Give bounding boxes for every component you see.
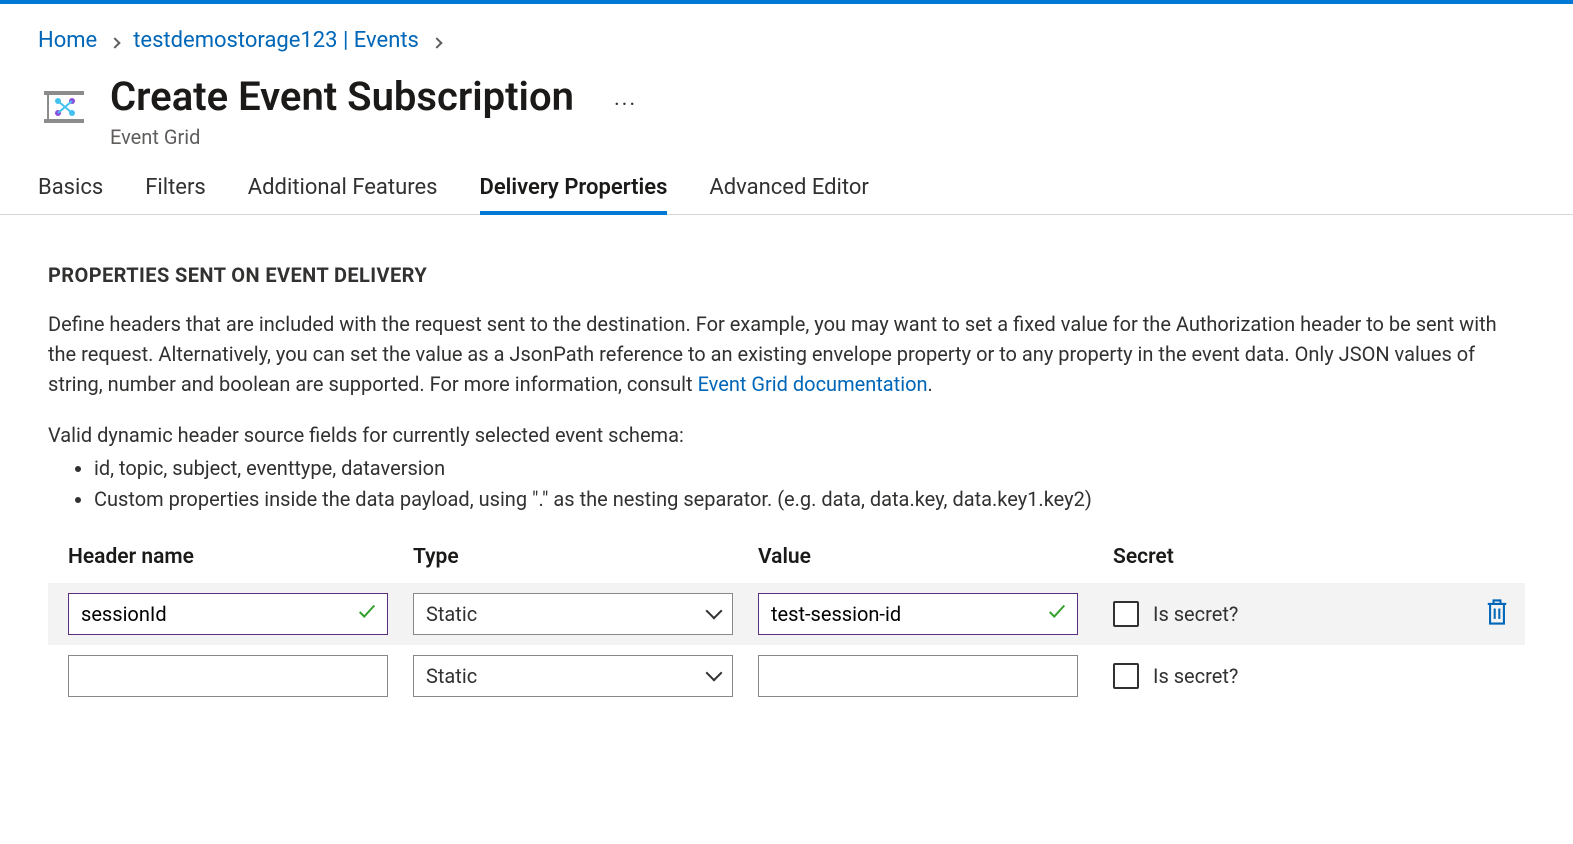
is-secret-checkbox[interactable] bbox=[1113, 601, 1139, 627]
is-secret-label: Is secret? bbox=[1153, 664, 1238, 688]
breadcrumb: Home testdemostorage123 | Events bbox=[38, 28, 1535, 53]
header-name-input[interactable] bbox=[68, 655, 388, 697]
valid-fields-intro: Valid dynamic header source fields for c… bbox=[48, 423, 1525, 447]
header-row: Static Is secret? bbox=[48, 645, 1525, 707]
breadcrumb-sep bbox=[109, 28, 121, 53]
tab-additional-features[interactable]: Additional Features bbox=[248, 175, 438, 214]
breadcrumb-home[interactable]: Home bbox=[38, 28, 97, 53]
valid-field-item: Custom properties inside the data payloa… bbox=[94, 484, 1525, 515]
header-name-input[interactable] bbox=[68, 593, 388, 635]
tab-basics[interactable]: Basics bbox=[38, 175, 103, 214]
check-icon bbox=[1046, 600, 1068, 628]
column-header-type: Type bbox=[413, 545, 758, 569]
header-value-input[interactable] bbox=[758, 593, 1078, 635]
is-secret-checkbox[interactable] bbox=[1113, 663, 1139, 689]
column-header-secret: Secret bbox=[1113, 545, 1433, 569]
doc-link[interactable]: Event Grid documentation bbox=[698, 372, 928, 396]
tab-filters[interactable]: Filters bbox=[145, 175, 206, 214]
is-secret-label: Is secret? bbox=[1153, 602, 1238, 626]
column-header-name: Header name bbox=[68, 545, 413, 569]
breadcrumb-item[interactable]: testdemostorage123 | Events bbox=[133, 28, 419, 53]
valid-fields-list: id, topic, subject, eventtype, dataversi… bbox=[48, 453, 1525, 515]
page-title: Create Event Subscription bbox=[110, 75, 574, 119]
chevron-down-icon bbox=[706, 665, 723, 682]
header-type-select[interactable]: Static bbox=[413, 593, 733, 635]
header-type-select[interactable]: Static bbox=[413, 655, 733, 697]
header-value-input[interactable] bbox=[758, 655, 1078, 697]
valid-field-item: id, topic, subject, eventtype, dataversi… bbox=[94, 453, 1525, 484]
delete-row-button[interactable] bbox=[1483, 597, 1511, 632]
column-header-value: Value bbox=[758, 545, 1113, 569]
tab-delivery-properties[interactable]: Delivery Properties bbox=[480, 175, 668, 214]
section-title: PROPERTIES SENT ON EVENT DELIVERY bbox=[48, 263, 1525, 287]
page-subtitle: Event Grid bbox=[110, 125, 574, 149]
section-description: Define headers that are included with th… bbox=[48, 309, 1525, 399]
breadcrumb-sep-2 bbox=[431, 28, 443, 53]
more-menu-button[interactable]: ··· bbox=[614, 93, 637, 118]
chevron-down-icon bbox=[706, 603, 723, 620]
check-icon bbox=[356, 600, 378, 628]
header-row: Static Is secret? bbox=[48, 583, 1525, 645]
tab-advanced-editor[interactable]: Advanced Editor bbox=[709, 175, 868, 214]
header-type-value: Static bbox=[426, 602, 477, 626]
header-type-value: Static bbox=[426, 664, 477, 688]
event-grid-icon bbox=[38, 81, 90, 134]
tab-bar: Basics Filters Additional Features Delivery… bbox=[0, 175, 1573, 215]
